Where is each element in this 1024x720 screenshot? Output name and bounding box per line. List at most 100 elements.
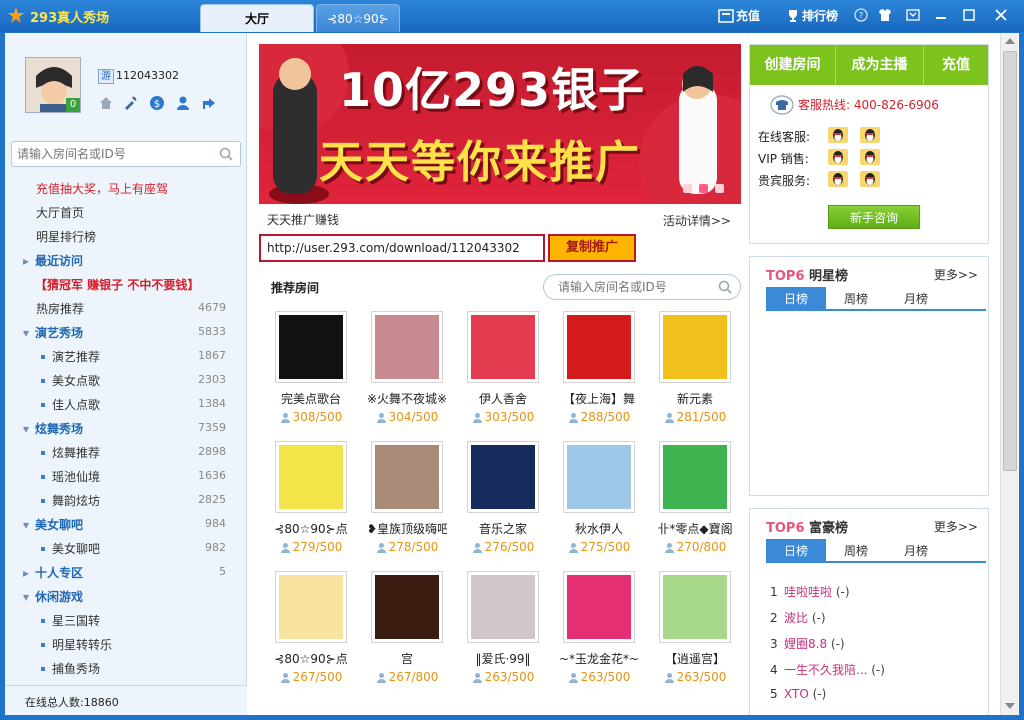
nav-group-games[interactable]: ▾ 休闲游戏: [23, 588, 83, 605]
coin-icon[interactable]: $: [149, 95, 165, 111]
room-thumbnail[interactable]: [563, 571, 635, 643]
nav-sub-item[interactable]: 演艺推荐: [41, 348, 100, 365]
rich-rank-more-link[interactable]: 更多>>: [934, 518, 978, 535]
room-thumbnail[interactable]: [467, 441, 539, 513]
room-card[interactable]: 【夜上海】舞 288/500: [559, 311, 639, 431]
tab-weekly[interactable]: 周榜: [826, 287, 886, 311]
qq-icon[interactable]: [860, 171, 880, 187]
rank-row[interactable]: 3 娌圈8.8 (-): [770, 635, 845, 652]
room-thumbnail[interactable]: [275, 571, 347, 643]
promo-details-link[interactable]: 活动详情>>: [663, 212, 731, 229]
room-card[interactable]: 卝*零点◆寶阁 270/800: [655, 441, 735, 561]
tab-room[interactable]: ⊰80☆90⊱点...: [316, 4, 400, 54]
nav-star-rank[interactable]: 明星排行榜: [36, 228, 96, 245]
room-card[interactable]: 新元素 281/500: [655, 311, 735, 431]
menu-icon[interactable]: [904, 6, 922, 24]
become-host-button[interactable]: 成为主播: [836, 45, 924, 85]
nav-sub-item[interactable]: 炫舞推荐: [41, 444, 100, 461]
nav-group-chat[interactable]: ▾ 美女聊吧: [23, 516, 83, 533]
help-icon[interactable]: ?: [852, 6, 870, 24]
nav-sub-item[interactable]: 舞韵炫坊: [41, 492, 100, 509]
tab-daily[interactable]: 日榜: [766, 539, 826, 563]
maximize-icon[interactable]: [960, 6, 978, 24]
nav-sub-item[interactable]: 星三国转: [41, 612, 100, 629]
room-card[interactable]: ※火舞不夜城※ 304/500: [367, 311, 447, 431]
room-card[interactable]: 完美点歌台 308/500: [271, 311, 351, 431]
banner-dot[interactable]: [715, 184, 724, 193]
nav-sub-item[interactable]: 佳人点歌: [41, 396, 100, 413]
home-icon[interactable]: [98, 95, 114, 111]
room-thumbnail[interactable]: [371, 311, 443, 383]
nav-group-dance[interactable]: ▾ 炫舞秀场: [23, 420, 83, 437]
nav-hot[interactable]: 热房推荐: [36, 300, 84, 317]
nav-sub-item[interactable]: 捕鱼秀场: [41, 660, 100, 677]
avatar[interactable]: 0: [25, 57, 81, 113]
room-thumbnail[interactable]: [659, 571, 731, 643]
qq-icon[interactable]: [828, 127, 848, 143]
minimize-icon[interactable]: [932, 6, 950, 24]
room-thumbnail[interactable]: [371, 571, 443, 643]
create-room-button[interactable]: 创建房间: [750, 45, 836, 85]
room-card[interactable]: 宫 267/800: [367, 571, 447, 691]
banner-dot-active[interactable]: [699, 184, 708, 193]
scroll-thumb[interactable]: [1003, 51, 1017, 471]
left-search-input[interactable]: [12, 142, 208, 166]
room-card[interactable]: 秋水伊人 275/500: [559, 441, 639, 561]
room-card[interactable]: ~*玉龙金花*~ 263/500: [559, 571, 639, 691]
recharge-promo-link[interactable]: 充值抽大奖，马上有座驾: [36, 180, 168, 197]
rank-row[interactable]: 5 XTO (-): [770, 687, 826, 701]
newbie-consult-button[interactable]: 新手咨询: [828, 205, 920, 229]
room-search-input[interactable]: [544, 275, 704, 299]
scroll-up-icon[interactable]: [1005, 38, 1015, 44]
tab-weekly[interactable]: 周榜: [826, 539, 886, 563]
scrollbar[interactable]: [1000, 33, 1018, 715]
nav-sub-item[interactable]: 美女点歌: [41, 372, 100, 389]
nav-sub-item[interactable]: 瑶池仙境: [41, 468, 100, 485]
room-card[interactable]: 【逍遥宫】 263/500: [655, 571, 735, 691]
room-thumbnail[interactable]: [563, 311, 635, 383]
tab-monthly[interactable]: 月榜: [886, 287, 946, 311]
share-icon[interactable]: [201, 95, 217, 111]
ranking-button[interactable]: 排行榜: [786, 7, 838, 25]
tools-icon[interactable]: [122, 95, 138, 111]
nav-group-ten-person[interactable]: ▸ 十人专区: [23, 564, 83, 581]
banner-dot[interactable]: [683, 184, 692, 193]
room-card[interactable]: 伊人香舍 303/500: [463, 311, 543, 431]
promo-url-field[interactable]: [259, 234, 545, 262]
nav-group-performance[interactable]: ▾ 演艺秀场: [23, 324, 83, 341]
rank-row[interactable]: 1 哇啦哇啦 (-): [770, 583, 850, 600]
nav-sub-item[interactable]: 美女聊吧: [41, 540, 100, 557]
recharge-button[interactable]: 充值: [718, 7, 760, 25]
qq-icon[interactable]: [828, 171, 848, 187]
search-icon[interactable]: [718, 280, 732, 294]
room-thumbnail[interactable]: [467, 571, 539, 643]
tab-monthly[interactable]: 月榜: [886, 539, 946, 563]
star-rank-more-link[interactable]: 更多>>: [934, 266, 978, 283]
tab-daily[interactable]: 日榜: [766, 287, 826, 311]
nav-sub-item[interactable]: 明星转转乐: [41, 636, 112, 653]
room-thumbnail[interactable]: [563, 441, 635, 513]
room-card[interactable]: ❥皇族顶级嗨吧 278/500: [367, 441, 447, 561]
qq-icon[interactable]: [860, 127, 880, 143]
room-thumbnail[interactable]: [659, 441, 731, 513]
user-icon[interactable]: [175, 95, 191, 111]
scroll-down-icon[interactable]: [1005, 703, 1015, 709]
room-thumbnail[interactable]: [275, 311, 347, 383]
nav-group-recent[interactable]: ▸ 最近访问: [23, 252, 83, 269]
nav-home[interactable]: 大厅首页: [36, 204, 84, 221]
guess-champion-link[interactable]: 【猜冠军 赚银子 不中不要钱】: [35, 276, 199, 293]
room-card[interactable]: ⊰80☆90⊱点 279/500: [271, 441, 351, 561]
room-card[interactable]: ‖爱氏·99‖ 263/500: [463, 571, 543, 691]
rank-row[interactable]: 2 波比 (-): [770, 609, 826, 626]
qq-icon[interactable]: [860, 149, 880, 165]
room-card[interactable]: 音乐之家 276/500: [463, 441, 543, 561]
close-icon[interactable]: [992, 6, 1010, 24]
skin-icon[interactable]: [876, 6, 894, 24]
right-recharge-button[interactable]: 充值: [924, 45, 988, 85]
room-thumbnail[interactable]: [275, 441, 347, 513]
rank-row[interactable]: 4 一生不久我陪... (-): [770, 661, 885, 678]
qq-icon[interactable]: [828, 149, 848, 165]
tab-hall[interactable]: 大厅: [200, 4, 314, 32]
room-card[interactable]: ⊰80☆90⊱点 267/500: [271, 571, 351, 691]
room-thumbnail[interactable]: [659, 311, 731, 383]
